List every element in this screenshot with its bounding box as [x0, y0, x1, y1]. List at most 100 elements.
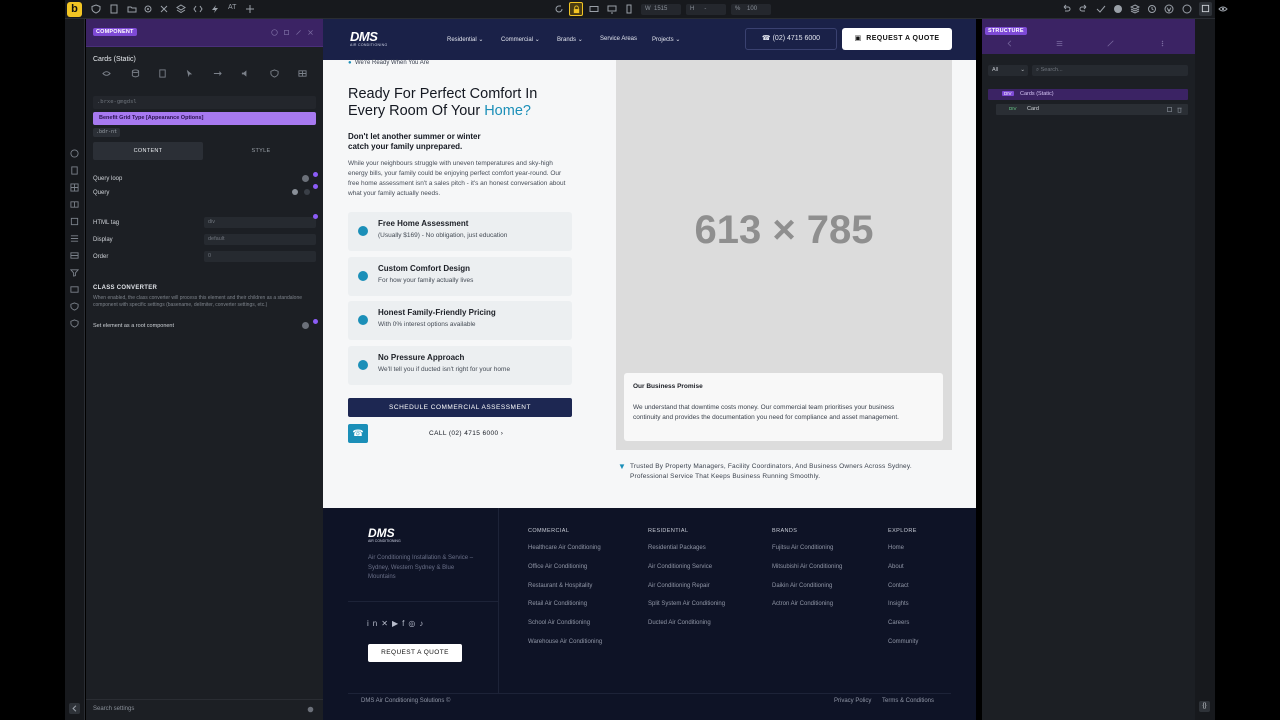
- save-button[interactable]: [1199, 2, 1212, 16]
- schedule-assessment-button[interactable]: SCHEDULE COMMERCIAL ASSESSMENT: [348, 398, 572, 417]
- class-chip[interactable]: .bdr-nt: [93, 128, 121, 137]
- settings-gear-icon[interactable]: [307, 706, 314, 713]
- footer-link[interactable]: Residential Packages: [648, 545, 706, 551]
- structure-row-card[interactable]: DIV Card: [996, 104, 1188, 115]
- settings-search-input[interactable]: Search settings: [93, 706, 134, 712]
- tab-content[interactable]: CONTENT: [93, 142, 203, 160]
- scissors-icon[interactable]: [159, 4, 169, 14]
- shield-alt-icon[interactable]: [70, 319, 79, 328]
- shield-icon[interactable]: [70, 302, 79, 311]
- footer-link[interactable]: Warehouse Air Conditioning: [528, 639, 602, 645]
- trash-icon[interactable]: [1176, 106, 1183, 113]
- collapse-panel-button[interactable]: [69, 703, 80, 714]
- youtube-icon[interactable]: ▶: [392, 619, 402, 628]
- html-tag-input[interactable]: div: [204, 217, 316, 228]
- shield-icon[interactable]: [91, 4, 101, 14]
- footer-link[interactable]: Fujitsu Air Conditioning: [772, 545, 833, 551]
- footer-link[interactable]: Contact: [888, 583, 909, 589]
- code-icon[interactable]: [193, 4, 203, 14]
- footer-link[interactable]: Mitsubishi Air Conditioning: [772, 564, 842, 570]
- cursor-icon[interactable]: [185, 69, 194, 78]
- dynamic-data-dot[interactable]: [313, 319, 318, 324]
- globe-icon[interactable]: [70, 149, 79, 158]
- height-field[interactable]: H -: [686, 4, 726, 15]
- box-icon[interactable]: [70, 217, 79, 226]
- template-bar[interactable]: Benefit Grid Type [Appearance Options]: [93, 112, 316, 125]
- call-link[interactable]: CALL (02) 4715 6000 ›: [429, 430, 503, 437]
- footer-link[interactable]: Restaurant & Hospitality: [528, 583, 592, 589]
- check-icon[interactable]: [1096, 4, 1106, 14]
- builder-logo[interactable]: b: [67, 2, 82, 17]
- chevron-left-icon[interactable]: [1006, 40, 1013, 47]
- expand-icon[interactable]: [1107, 40, 1114, 47]
- footer-link[interactable]: Careers: [888, 620, 909, 626]
- call-phone-icon[interactable]: ☎: [348, 424, 368, 443]
- copy-icon[interactable]: [283, 29, 290, 36]
- mobile-icon[interactable]: [624, 4, 634, 14]
- shield-icon[interactable]: [270, 69, 279, 78]
- speaker-icon[interactable]: [241, 69, 250, 78]
- header-phone-button[interactable]: ☎ (02) 4715 6000: [745, 28, 837, 50]
- query-settings-button[interactable]: [304, 189, 310, 195]
- image-icon[interactable]: [70, 285, 79, 294]
- footer-link[interactable]: Insights: [888, 601, 909, 607]
- page-icon[interactable]: [70, 166, 79, 175]
- width-field[interactable]: W 1515: [641, 4, 681, 15]
- query-loop-toggle[interactable]: [302, 175, 309, 182]
- edit-icon[interactable]: [295, 29, 302, 36]
- nav-commercial[interactable]: Commercial ⌄: [501, 36, 540, 43]
- footer-link[interactable]: Actron Air Conditioning: [772, 601, 833, 607]
- structure-row-cards[interactable]: DIV Cards (Static): [988, 89, 1188, 100]
- footer-link[interactable]: Split System Air Conditioning: [648, 601, 725, 607]
- tiktok-icon[interactable]: ♪: [419, 619, 427, 628]
- palette-icon[interactable]: [1113, 4, 1123, 14]
- list-icon[interactable]: [70, 251, 79, 260]
- display-select[interactable]: default: [204, 234, 316, 245]
- footer-link[interactable]: Daikin Air Conditioning: [772, 583, 832, 589]
- footer-link[interactable]: Community: [888, 639, 918, 645]
- page-icon[interactable]: [109, 4, 119, 14]
- folder-icon[interactable]: [127, 4, 137, 14]
- dynamic-data-dot[interactable]: [313, 172, 318, 177]
- nav-residential[interactable]: Residential ⌄: [447, 36, 483, 43]
- grid-icon[interactable]: [70, 183, 79, 192]
- footer-link[interactable]: Air Conditioning Repair: [648, 583, 710, 589]
- wordpress-icon[interactable]: [1164, 4, 1174, 14]
- class-selector-input[interactable]: .brxe-gmgdsl: [93, 96, 316, 109]
- x-icon[interactable]: ✕: [381, 619, 392, 628]
- footer-link[interactable]: Air Conditioning Service: [648, 564, 712, 570]
- instagram-icon[interactable]: ◎: [408, 619, 419, 628]
- tablet-landscape-icon[interactable]: [589, 4, 599, 14]
- list-icon[interactable]: [1056, 40, 1063, 47]
- arrows-icon[interactable]: [213, 69, 222, 78]
- filter-icon[interactable]: [70, 268, 79, 277]
- query-edit-button[interactable]: [292, 189, 298, 195]
- table-icon[interactable]: [298, 69, 307, 78]
- nav-brands[interactable]: Brands ⌄: [557, 36, 583, 43]
- help-icon[interactable]: [1182, 4, 1192, 14]
- root-component-toggle[interactable]: [302, 322, 309, 329]
- order-input[interactable]: 0: [204, 251, 316, 262]
- terms-link[interactable]: Terms & Conditions: [882, 698, 934, 704]
- footer-link[interactable]: Healthcare Air Conditioning: [528, 545, 601, 551]
- bolt-icon[interactable]: [210, 4, 220, 14]
- structure-filter-select[interactable]: All ⌄: [988, 65, 1028, 76]
- code-toggle-button[interactable]: {}: [1199, 701, 1210, 712]
- refresh-icon[interactable]: [554, 4, 564, 14]
- linkedin-icon[interactable]: in: [367, 619, 381, 628]
- dynamic-data-dot[interactable]: [313, 184, 318, 189]
- settings-icon[interactable]: [143, 4, 153, 14]
- site-logo[interactable]: DMS AIR CONDITIONING: [350, 30, 387, 47]
- document-icon[interactable]: [158, 69, 167, 78]
- undo-icon[interactable]: [1061, 4, 1071, 14]
- footer-link[interactable]: About: [888, 564, 904, 570]
- privacy-link[interactable]: Privacy Policy: [834, 698, 871, 704]
- footer-link[interactable]: Retail Air Conditioning: [528, 601, 587, 607]
- footer-quote-button[interactable]: REQUEST A QUOTE: [368, 644, 462, 662]
- close-icon[interactable]: [307, 29, 314, 36]
- footer-link[interactable]: Ducted Air Conditioning: [648, 620, 711, 626]
- rows-icon[interactable]: [70, 234, 79, 243]
- lock-toggle[interactable]: [569, 2, 583, 16]
- copy-icon[interactable]: [1166, 106, 1173, 113]
- layers-icon[interactable]: [176, 4, 186, 14]
